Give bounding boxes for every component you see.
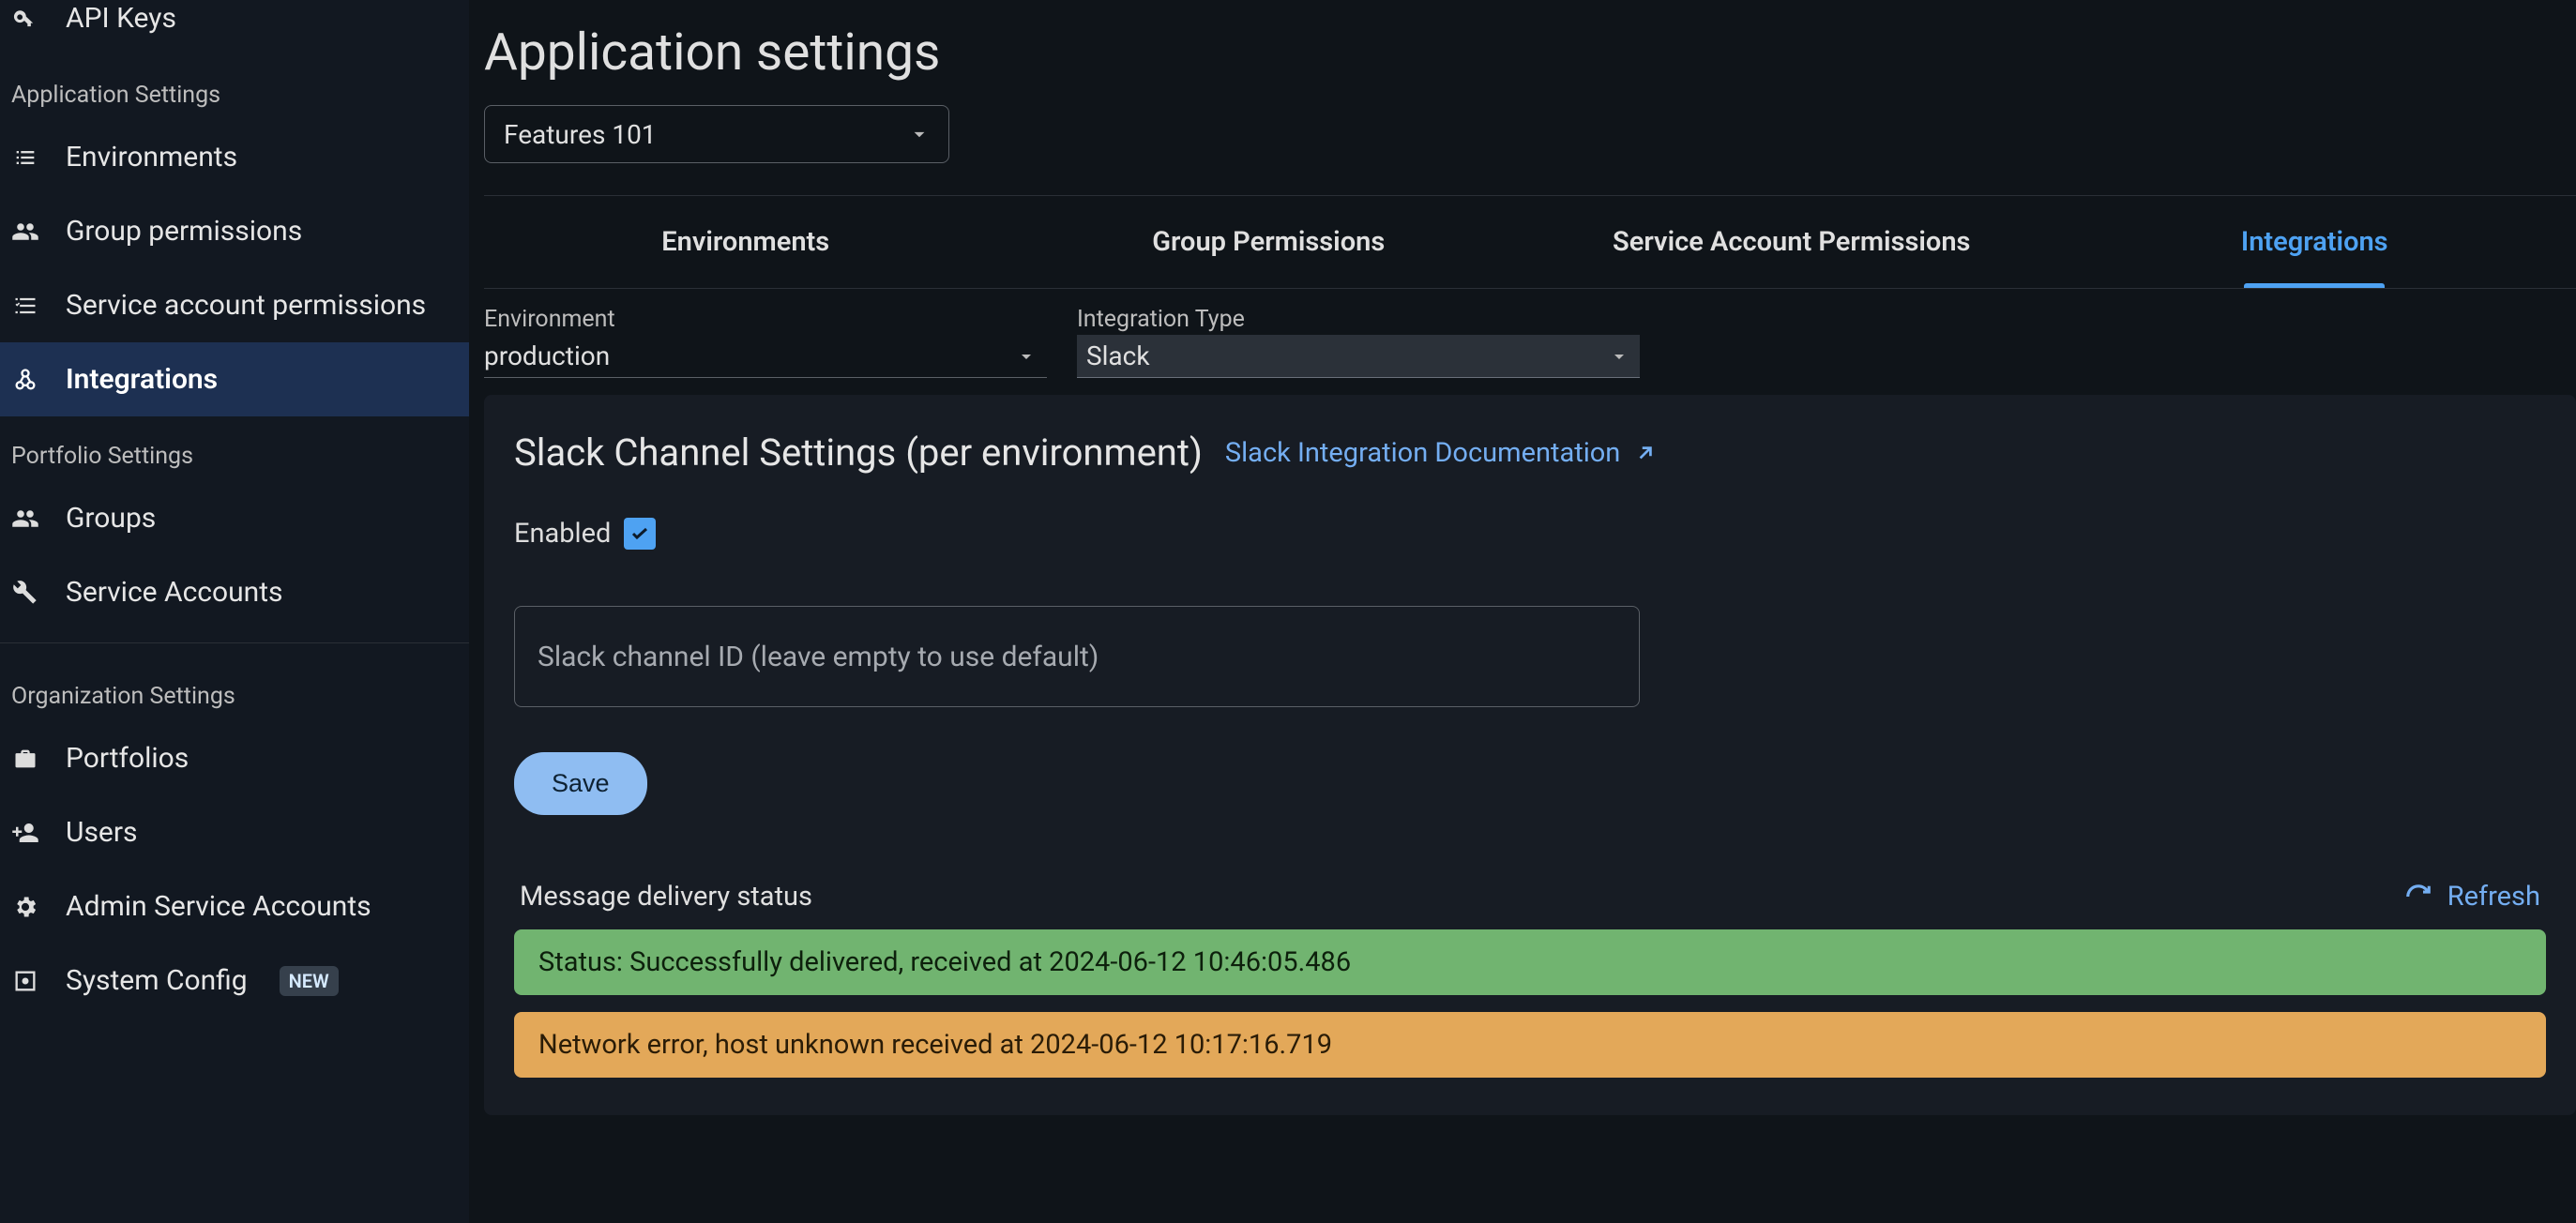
slack-settings-card: Slack Channel Settings (per environment)…	[484, 395, 2576, 1115]
briefcase-icon	[11, 745, 39, 773]
external-link-icon	[1633, 441, 1658, 465]
gear-icon	[11, 893, 39, 921]
sidebar-item-portfolios[interactable]: Portfolios	[0, 721, 469, 795]
sidebar-item-label: Groups	[66, 502, 156, 535]
integration-type-filter: Integration Type Slack	[1077, 306, 1640, 378]
filter-row: Environment production Integration Type …	[484, 306, 2576, 378]
card-header: Slack Channel Settings (per environment)…	[514, 430, 2546, 475]
enabled-label: Enabled	[514, 518, 611, 550]
input-placeholder: Slack channel ID (leave empty to use def…	[538, 641, 1099, 673]
environment-select[interactable]: production	[484, 335, 1047, 378]
environment-select-value: production	[484, 340, 610, 371]
environment-label: Environment	[484, 306, 1047, 333]
enabled-checkbox[interactable]	[624, 518, 656, 550]
save-button[interactable]: Save	[514, 752, 647, 815]
sidebar-item-environments[interactable]: Environments	[0, 120, 469, 194]
environment-filter: Environment production	[484, 306, 1047, 378]
refresh-icon	[2404, 883, 2432, 911]
new-badge: NEW	[280, 966, 339, 996]
sidebar-item-service-account-permissions[interactable]: Service account permissions	[0, 268, 469, 342]
settings-box-icon	[11, 967, 39, 995]
sidebar-item-admin-service-accounts[interactable]: Admin Service Accounts	[0, 869, 469, 944]
card-title: Slack Channel Settings (per environment)	[514, 430, 1203, 475]
sidebar-item-label: System Config	[66, 964, 248, 997]
sidebar-item-group-permissions[interactable]: Group permissions	[0, 194, 469, 268]
sidebar: API Keys Application Settings Environmen…	[0, 0, 469, 1223]
sidebar-item-api-keys[interactable]: API Keys	[0, 0, 469, 55]
sidebar-item-label: Users	[66, 816, 138, 849]
checklist-icon	[11, 292, 39, 320]
sidebar-item-users[interactable]: Users	[0, 795, 469, 869]
refresh-button[interactable]: Refresh	[2404, 881, 2540, 913]
application-select-value: Features 101	[504, 119, 657, 150]
chevron-down-icon	[907, 122, 932, 146]
chevron-down-icon	[1608, 345, 1630, 368]
sidebar-section-portfolio-settings: Portfolio Settings	[0, 416, 469, 481]
sidebar-item-label: Group permissions	[66, 215, 302, 248]
integration-type-select-value: Slack	[1086, 340, 1150, 371]
integration-type-label: Integration Type	[1077, 306, 1640, 333]
sidebar-item-label: Integrations	[66, 363, 218, 396]
status-header: Message delivery status Refresh	[514, 881, 2546, 913]
settings-tabs: Environments Group Permissions Service A…	[484, 195, 2576, 289]
group-icon	[11, 505, 39, 533]
user-add-icon	[11, 819, 39, 847]
documentation-link[interactable]: Slack Integration Documentation	[1225, 437, 1658, 469]
status-title: Message delivery status	[520, 881, 812, 913]
main-content: Application settings Features 101 Enviro…	[469, 0, 2576, 1223]
refresh-label: Refresh	[2447, 881, 2540, 913]
page-title: Application settings	[484, 23, 2576, 83]
sidebar-item-label: Environments	[66, 141, 237, 174]
status-row-warning: Network error, host unknown received at …	[514, 1012, 2546, 1078]
sidebar-section-application-settings: Application Settings	[0, 55, 469, 120]
application-select[interactable]: Features 101	[484, 105, 949, 163]
sidebar-item-service-accounts[interactable]: Service Accounts	[0, 555, 469, 629]
tab-group-permissions[interactable]: Group Permissions	[1008, 196, 1531, 288]
key-icon	[11, 5, 39, 33]
sidebar-item-label: Portfolios	[66, 742, 189, 775]
tab-integrations[interactable]: Integrations	[2053, 196, 2576, 288]
wrench-icon	[11, 579, 39, 607]
documentation-link-label: Slack Integration Documentation	[1225, 437, 1620, 469]
sidebar-item-label: API Keys	[66, 2, 176, 35]
chevron-down-icon	[1015, 345, 1038, 368]
sidebar-item-label: Service account permissions	[66, 289, 426, 322]
tab-service-account-permissions[interactable]: Service Account Permissions	[1530, 196, 2053, 288]
sidebar-item-label: Admin Service Accounts	[66, 890, 371, 923]
sidebar-section-organization-settings: Organization Settings	[0, 657, 469, 721]
sidebar-divider	[0, 642, 469, 643]
sidebar-item-label: Service Accounts	[66, 576, 283, 609]
status-row-success: Status: Successfully delivered, received…	[514, 929, 2546, 995]
sidebar-item-system-config[interactable]: System Config NEW	[0, 944, 469, 1018]
list-icon	[11, 143, 39, 172]
webhook-icon	[11, 366, 39, 394]
slack-channel-id-input[interactable]: Slack channel ID (leave empty to use def…	[514, 606, 1640, 707]
enabled-row: Enabled	[514, 518, 2546, 550]
integration-type-select[interactable]: Slack	[1077, 335, 1640, 378]
sidebar-item-groups[interactable]: Groups	[0, 481, 469, 555]
sidebar-item-integrations[interactable]: Integrations	[0, 342, 469, 416]
groups-icon	[11, 218, 39, 246]
tab-environments[interactable]: Environments	[484, 196, 1008, 288]
